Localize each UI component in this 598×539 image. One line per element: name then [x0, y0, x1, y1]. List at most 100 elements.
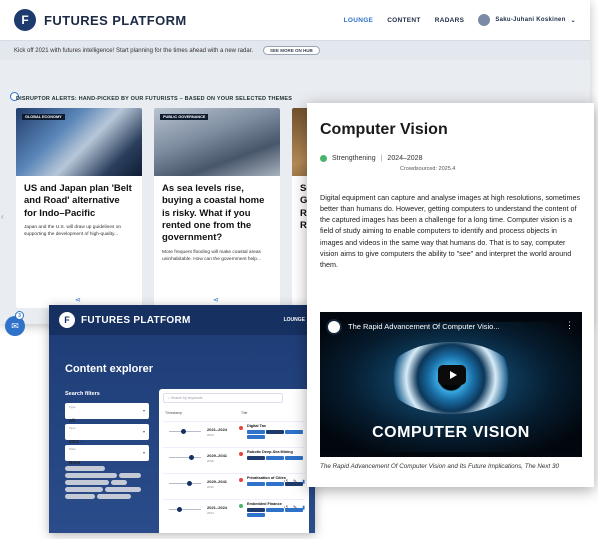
theme-chip[interactable] [111, 480, 127, 485]
timeline-bar [169, 509, 201, 510]
nav-radars[interactable]: RADARS [435, 17, 465, 24]
status-label: Strengthening [332, 155, 376, 162]
play-icon[interactable] [438, 365, 466, 385]
timeline-marker [181, 429, 186, 434]
article-window: Computer Vision Strengthening | 2024–202… [307, 103, 594, 487]
user-name: Saku-Juhani Koskinen [495, 17, 566, 23]
table-row[interactable]: 2029–2041 2033 Privatisation of Cities ↺… [163, 473, 305, 497]
dashboard-header: F FUTURES PLATFORM LOUNGE CONTENT RADARS… [0, 0, 590, 40]
row-crowdsourced: 2023 [207, 433, 214, 437]
alert-card[interactable]: PUBLIC GOVERNANCE As sea levels rise, bu… [154, 108, 280, 308]
card-image: PUBLIC GOVERNANCE [154, 108, 280, 176]
mail-count-badge: 3 [15, 311, 24, 320]
avatar [478, 14, 491, 26]
row-crowdsourced: 2036 [207, 459, 214, 463]
theme-chip[interactable] [65, 480, 109, 485]
user-menu[interactable]: Saku-Juhani Koskinen ⌄ [478, 14, 576, 26]
row-tags [247, 430, 307, 439]
row-title: Embedded Finance [247, 502, 282, 506]
theme-chips [65, 466, 149, 499]
filter-value: None [69, 460, 81, 465]
filter-value: All [69, 418, 75, 423]
table-row[interactable]: 2029–2041 2036 Robotic Deep-Sea Mining [163, 447, 305, 471]
chevron-left-icon[interactable]: ‹ [1, 212, 4, 221]
column-title[interactable]: Title [241, 411, 247, 415]
card-description: More frequent flooding will make coastal… [162, 249, 261, 262]
timeline-marker [177, 507, 182, 512]
theme-chip[interactable] [65, 473, 117, 478]
nav-content[interactable]: CONTENT [387, 17, 421, 24]
platform-logo-icon[interactable]: F [14, 9, 36, 31]
card-description: Japan and the U.S. will draw up guidelin… [24, 225, 122, 238]
crowdsourced-value: Crowdsourced: 2025.4 [400, 166, 456, 172]
share-icon[interactable]: ⋖ [213, 296, 221, 304]
theme-chip[interactable] [119, 473, 141, 478]
kebab-menu-icon[interactable]: ⋮ [565, 320, 574, 331]
meta-separator: | [380, 155, 383, 162]
article-title: Computer Vision [320, 121, 448, 138]
edit-icon[interactable]: ✎ [293, 505, 297, 511]
theme-chip[interactable] [65, 487, 103, 492]
video-caption: The Rapid Advancement Of Computer Vision… [320, 463, 560, 470]
row-title: Digital Tax [247, 424, 266, 428]
video-player[interactable]: The Rapid Advancement Of Computer Visio.… [320, 312, 582, 457]
theme-chip[interactable] [65, 494, 95, 499]
nav-lounge[interactable]: LOUNGE [344, 17, 374, 24]
platform-logo-icon[interactable]: F [59, 312, 75, 328]
explorer-header: F FUTURES PLATFORM LOUNGE [49, 305, 315, 335]
filter-label: Type [69, 405, 76, 409]
row-crowdsourced: 2024 [207, 511, 214, 515]
timeline-bar [169, 457, 201, 458]
see-more-button[interactable]: SEE MORE ON HUB [263, 46, 320, 55]
row-crowdsourced: 2033 [207, 485, 214, 489]
undo-icon[interactable]: ↺ [284, 505, 288, 511]
card-tag: GLOBAL ECONOMY [22, 114, 65, 120]
video-overlay-text: COMPUTER VISION [372, 424, 530, 441]
alert-card[interactable]: GLOBAL ECONOMY US and Japan plan 'Belt a… [16, 108, 142, 308]
chevron-down-icon: ▾ [142, 408, 145, 413]
search-icon: ⌕ [168, 396, 170, 400]
nav-lounge[interactable]: LOUNGE [284, 317, 305, 323]
results-panel: ⌕ Search by keywords Timestamp Title 202… [159, 389, 309, 533]
row-years: 2029–2041 [207, 479, 228, 484]
undo-icon[interactable]: ↺ [284, 479, 288, 485]
filter-type-select[interactable]: Type All ▾ [65, 403, 149, 423]
video-title[interactable]: The Rapid Advancement Of Computer Visio.… [348, 322, 553, 331]
card-tag: PUBLIC GOVERNANCE [160, 114, 209, 120]
row-tags [247, 456, 307, 460]
article-body: Digital equipment can capture and analys… [320, 193, 581, 269]
chevron-down-icon: ▾ [142, 450, 145, 455]
channel-logo-icon[interactable] [326, 319, 342, 335]
article-meta: Strengthening | 2024–2028 [320, 155, 422, 162]
chevron-down-icon: ⌄ [570, 17, 576, 24]
card-title: As sea levels rise, buying a coastal hom… [162, 183, 265, 244]
status-dot-icon [320, 155, 327, 162]
content-explorer-window: F FUTURES PLATFORM LOUNGE Content explor… [49, 305, 315, 533]
timeline-marker [187, 481, 192, 486]
theme-chip[interactable] [105, 487, 141, 492]
timeline-marker [189, 455, 194, 460]
status-dot [239, 504, 243, 508]
filter-label: Pace [69, 447, 76, 451]
row-actions: ↺ ✎ ▮ [284, 479, 305, 485]
share-icon[interactable]: ⋖ [75, 296, 83, 304]
bookmark-icon[interactable]: ▮ [302, 479, 305, 485]
timeline-bar [169, 483, 201, 484]
filter-label: Time [69, 426, 76, 430]
table-row[interactable]: 2021–2024 2023 Digital Tax [163, 421, 305, 445]
filter-time-select[interactable]: Time 2021 – ▾ [65, 424, 149, 444]
table-row[interactable]: 2021–2024 2024 Embedded Finance ↺ ✎ ▮ [163, 499, 305, 523]
column-timestamp[interactable]: Timestamp [165, 411, 182, 415]
alerts-heading: DISRUPTOR ALERTS: HAND-PICKED BY OUR FUT… [16, 96, 293, 102]
row-actions: ↺ ✎ ▮ [284, 505, 305, 511]
theme-chip[interactable] [97, 494, 131, 499]
search-input[interactable]: ⌕ Search by keywords [163, 393, 283, 403]
bookmark-icon[interactable]: ▮ [302, 505, 305, 511]
main-nav: LOUNGE CONTENT RADARS Saku-Juhani Koskin… [344, 14, 576, 26]
banner-text: Kick off 2021 with futures intelligence!… [14, 47, 254, 54]
edit-icon[interactable]: ✎ [293, 479, 297, 485]
filter-pace-select[interactable]: Pace None ▾ [65, 445, 149, 465]
page-title: Content explorer [65, 363, 154, 375]
row-title: Privatisation of Cities [247, 476, 286, 480]
row-title: Robotic Deep-Sea Mining [247, 450, 293, 454]
